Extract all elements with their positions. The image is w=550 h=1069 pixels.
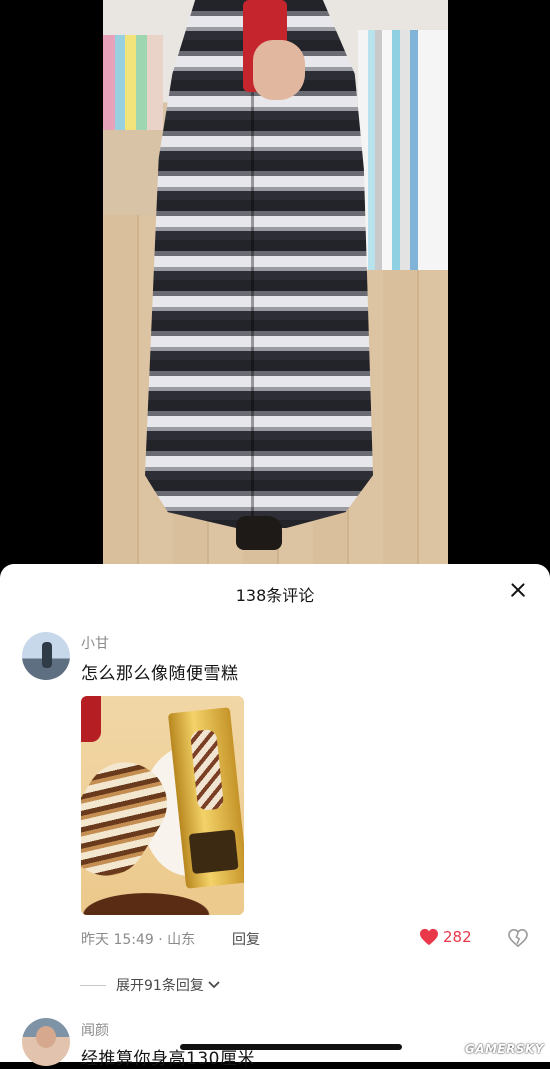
comment-meta: 昨天 15:49 · 山东 xyxy=(81,932,196,948)
avatar[interactable] xyxy=(22,1018,70,1066)
photo-clothes-rack-left xyxy=(103,35,163,130)
like-button[interactable]: 282 xyxy=(419,928,472,946)
photo-clothes-rack-right xyxy=(358,30,448,270)
comment-image-ice-cream[interactable] xyxy=(81,696,244,915)
broken-heart-icon[interactable] xyxy=(508,929,528,947)
post-photo[interactable] xyxy=(103,0,448,570)
expand-replies-label: 展开91条回复 xyxy=(116,978,204,994)
package-ice-cream-print xyxy=(189,728,225,812)
brand-logo-corner xyxy=(81,696,101,742)
comment-username[interactable]: 小甘 xyxy=(81,633,109,653)
comment-count-title: 138条评论 xyxy=(235,586,315,605)
watermark: GAMERSKY xyxy=(464,1042,544,1056)
photo-shoe xyxy=(236,516,282,550)
avatar[interactable] xyxy=(22,632,70,680)
like-count: 282 xyxy=(443,928,472,946)
expand-replies-button[interactable]: 展开91条回复 xyxy=(80,975,221,995)
comment-text: 怎么那么像随便雪糕 xyxy=(81,664,239,684)
package-label xyxy=(188,829,239,874)
home-indicator[interactable] xyxy=(180,1044,402,1050)
comment-username[interactable]: 闻颜 xyxy=(81,1020,109,1040)
photo-coat-seam xyxy=(251,60,254,520)
heart-icon xyxy=(420,928,438,946)
photo-hand xyxy=(253,40,305,100)
chocolate-drip xyxy=(81,881,244,915)
reply-button[interactable]: 回复 xyxy=(232,929,260,949)
chevron-down-icon xyxy=(208,981,220,989)
divider-line xyxy=(80,984,106,986)
close-icon[interactable] xyxy=(506,578,530,602)
